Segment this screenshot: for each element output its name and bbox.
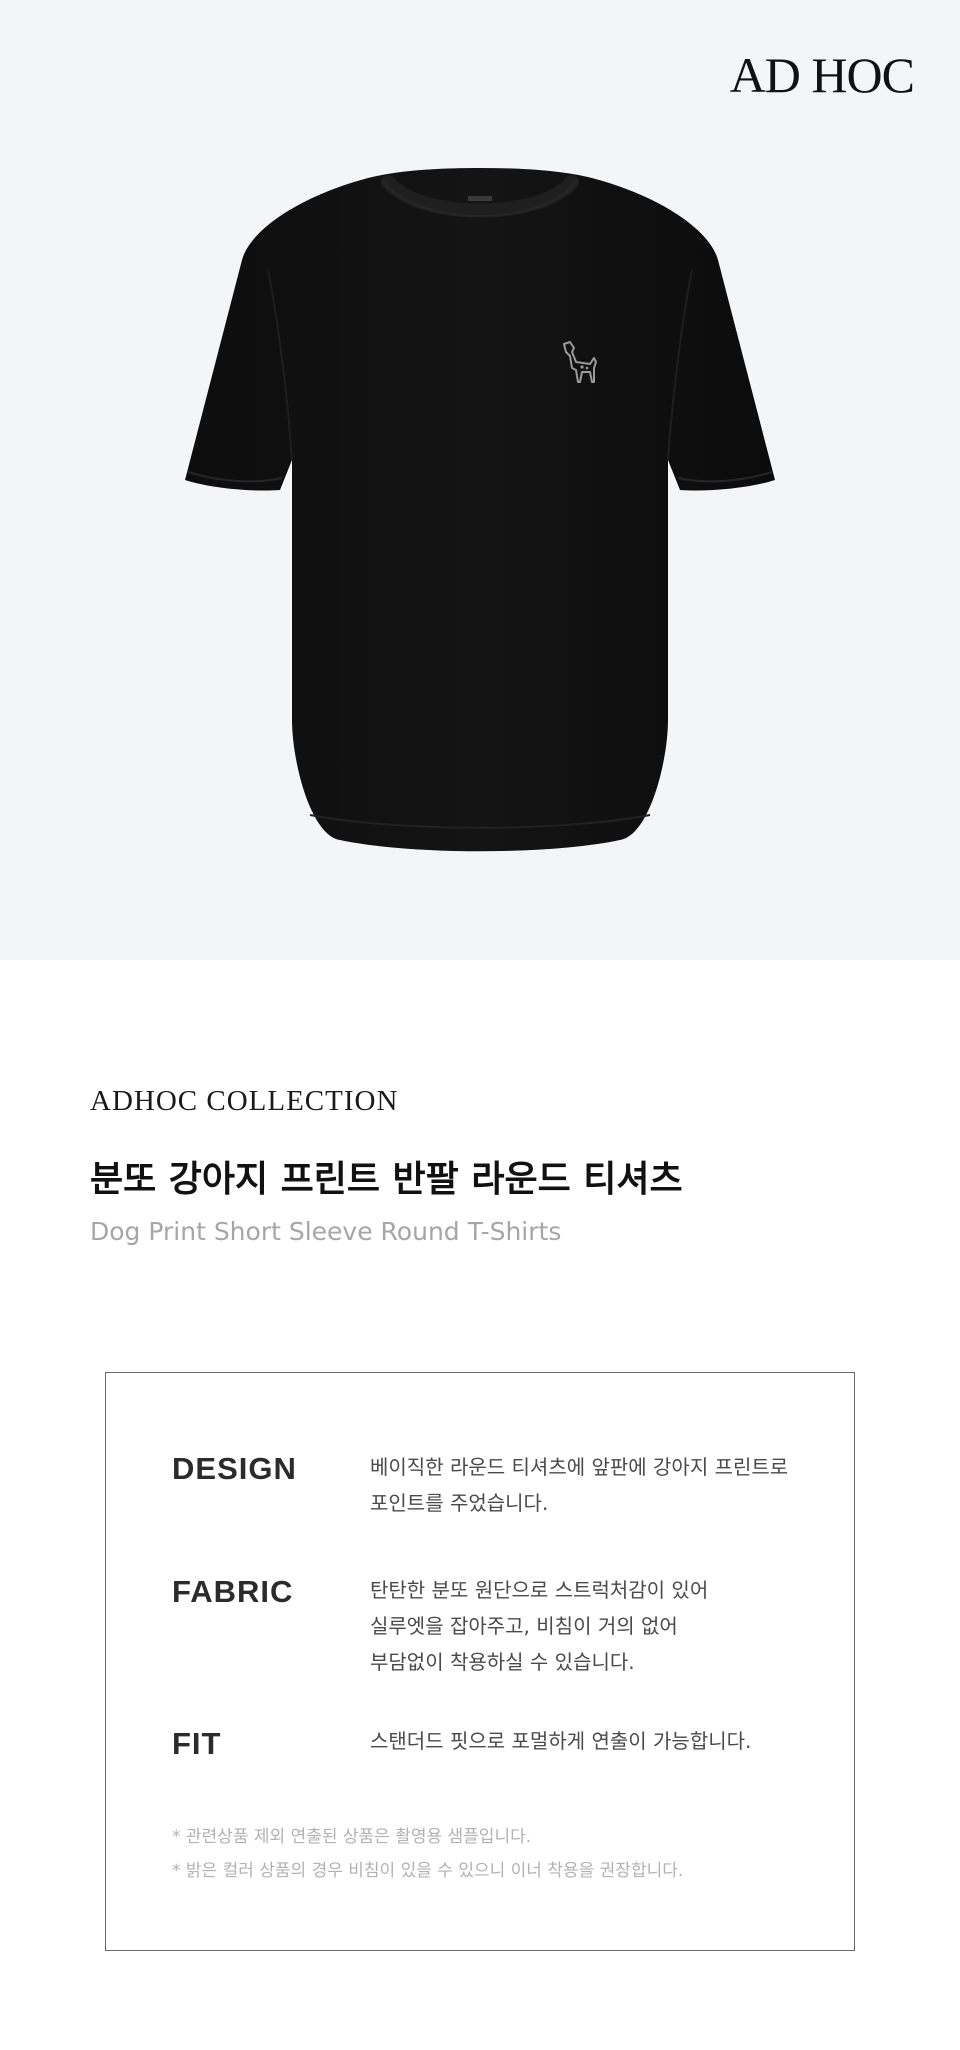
fit-line: 스탠더드 핏으로 포멀하게 연출이 가능합니다. [370,1729,752,1753]
fabric-line: 탄탄한 분또 원단으로 스트럭처감이 있어 [370,1578,709,1602]
design-label: DESIGN [172,1451,297,1486]
fabric-label: FABRIC [172,1574,294,1609]
fabric-description: 탄탄한 분또 원단으로 스트럭처감이 있어 실루엣을 잡아주고, 비침이 거의 … [370,1572,840,1680]
product-title-korean: 분또 강아지 프린트 반팔 라운드 티셔츠 [90,1159,683,1200]
fit-label: FIT [172,1726,222,1761]
product-title-english: Dog Print Short Sleeve Round T-Shirts [90,1217,562,1246]
fabric-line: 실루엣을 잡아주고, 비침이 거의 없어 [370,1614,678,1638]
sample-note: * 관련상품 제외 연출된 상품은 촬영용 샘플입니다. [172,1827,532,1847]
fit-description: 스탠더드 핏으로 포멀하게 연출이 가능합니다. [370,1723,840,1759]
design-description: 베이직한 라운드 티셔츠에 앞판에 강아지 프린트로 포인트를 주었습니다. [370,1449,840,1521]
brand-logo: AD HOC [729,47,915,103]
collection-label: ADHOC COLLECTION [90,1085,399,1117]
light-color-note: * 밝은 컬러 상품의 경우 비침이 있을 수 있으니 이너 착용을 권장합니다… [172,1861,684,1881]
tshirt-image [185,168,775,852]
design-line: 베이직한 라운드 티셔츠에 앞판에 강아지 프린트로 [370,1455,789,1479]
product-hero: AD HOC [0,0,960,960]
fabric-line: 부담없이 착용하실 수 있습니다. [370,1650,635,1674]
design-line: 포인트를 주었습니다. [370,1491,549,1515]
product-spec-box: DESIGN 베이직한 라운드 티셔츠에 앞판에 강아지 프린트로 포인트를 주… [105,1372,855,1951]
